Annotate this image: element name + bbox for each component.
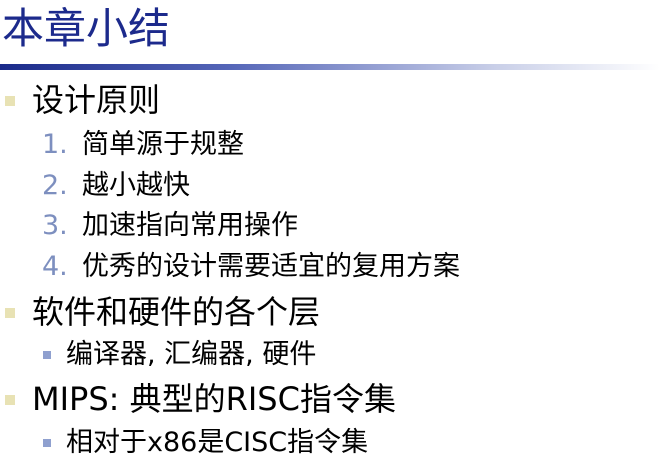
bullet-text: 软件和硬件的各个层 — [32, 293, 321, 331]
bullet-text: MIPS: 典型的RISC指令集 — [32, 380, 396, 418]
square-bullet-icon — [5, 96, 15, 106]
item-text: 加速指向常用操作 — [82, 210, 298, 241]
item-text: 优秀的设计需要适宜的复用方案 — [82, 251, 460, 282]
slide-title: 本章小结 — [2, 4, 171, 53]
item-number: 4. — [42, 251, 68, 282]
title-underline — [0, 64, 660, 70]
square-bullet-icon — [5, 395, 15, 405]
item-number: 3. — [42, 210, 68, 241]
sub-bullet-text: 编译器, 汇编器, 硬件 — [66, 339, 317, 370]
item-text: 越小越快 — [82, 170, 190, 201]
bullet-text: 设计原则 — [32, 81, 161, 119]
item-text: 简单源于规整 — [82, 129, 244, 160]
square-bullet-icon — [5, 308, 15, 318]
item-number: 2. — [42, 170, 68, 201]
square-bullet-icon — [43, 439, 51, 447]
item-number: 1. — [42, 129, 68, 160]
sub-bullet-text: 相对于x86是CISC指令集 — [66, 427, 369, 458]
square-bullet-icon — [43, 351, 51, 359]
